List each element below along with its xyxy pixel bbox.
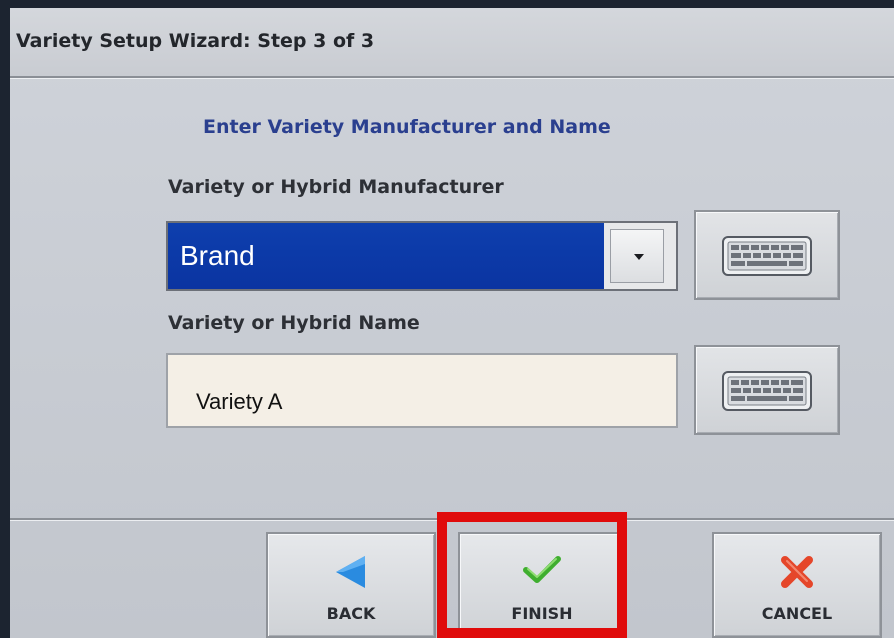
manufacturer-label: Variety or Hybrid Manufacturer — [168, 176, 504, 198]
dropdown-toggle-button[interactable] — [610, 229, 664, 283]
title-bar: Variety Setup Wizard: Step 3 of 3 — [10, 8, 894, 78]
back-label: BACK — [326, 604, 376, 623]
wizard-heading: Enter Variety Manufacturer and Name — [203, 116, 611, 138]
variety-name-input[interactable]: Variety A — [166, 353, 678, 428]
close-icon — [781, 556, 813, 588]
finish-label: FINISH — [511, 604, 573, 623]
window-title: Variety Setup Wizard: Step 3 of 3 — [16, 30, 375, 52]
name-keyboard-button[interactable] — [694, 345, 840, 435]
finish-button[interactable]: FINISH — [458, 532, 626, 638]
keyboard-icon — [722, 371, 812, 411]
back-arrow-icon — [336, 556, 365, 588]
variety-name-value: Variety A — [196, 389, 283, 414]
back-button[interactable]: BACK — [266, 532, 436, 638]
wizard-screen: Variety Setup Wizard: Step 3 of 3 Enter … — [10, 8, 894, 638]
cancel-button[interactable]: CANCEL — [712, 532, 882, 638]
footer-divider — [10, 518, 894, 520]
name-label: Variety or Hybrid Name — [168, 312, 420, 334]
manufacturer-dropdown[interactable]: Brand — [166, 221, 678, 291]
cancel-label: CANCEL — [761, 604, 833, 623]
manufacturer-keyboard-button[interactable] — [694, 210, 840, 300]
manufacturer-selected-value[interactable]: Brand — [168, 223, 604, 289]
keyboard-icon — [722, 236, 812, 276]
chevron-down-icon — [634, 254, 644, 260]
checkmark-icon — [523, 556, 561, 583]
